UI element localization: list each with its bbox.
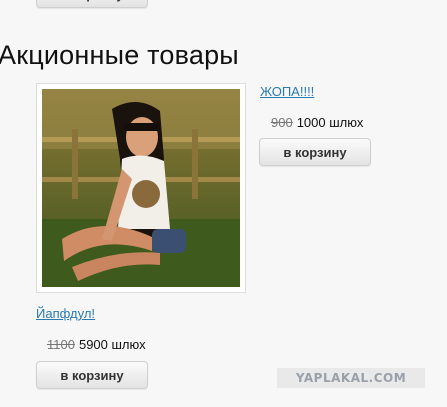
- product-image[interactable]: [36, 83, 246, 293]
- add-to-cart-button[interactable]: в корзину: [259, 138, 371, 166]
- product-link[interactable]: ЖОПА!!!!: [260, 84, 314, 99]
- add-to-cart-button[interactable]: в корзину: [36, 361, 148, 389]
- product-price: 1100 5900 шлюх: [47, 337, 146, 352]
- product-link[interactable]: Йапфдул!: [36, 306, 95, 321]
- product-price: 900 1000 шлюх: [271, 115, 363, 130]
- section-heading: Акционные товары: [0, 40, 239, 70]
- current-price: 1000 шлюх: [296, 115, 364, 130]
- site-watermark: YAPLAKAL.COM: [277, 368, 425, 388]
- old-price: 1100: [47, 337, 75, 352]
- current-price: 5900 шлюх: [78, 337, 146, 352]
- add-to-cart-button-top[interactable]: в корзину: [36, 0, 148, 8]
- product-photo: [42, 89, 240, 287]
- old-price: 900: [271, 115, 293, 130]
